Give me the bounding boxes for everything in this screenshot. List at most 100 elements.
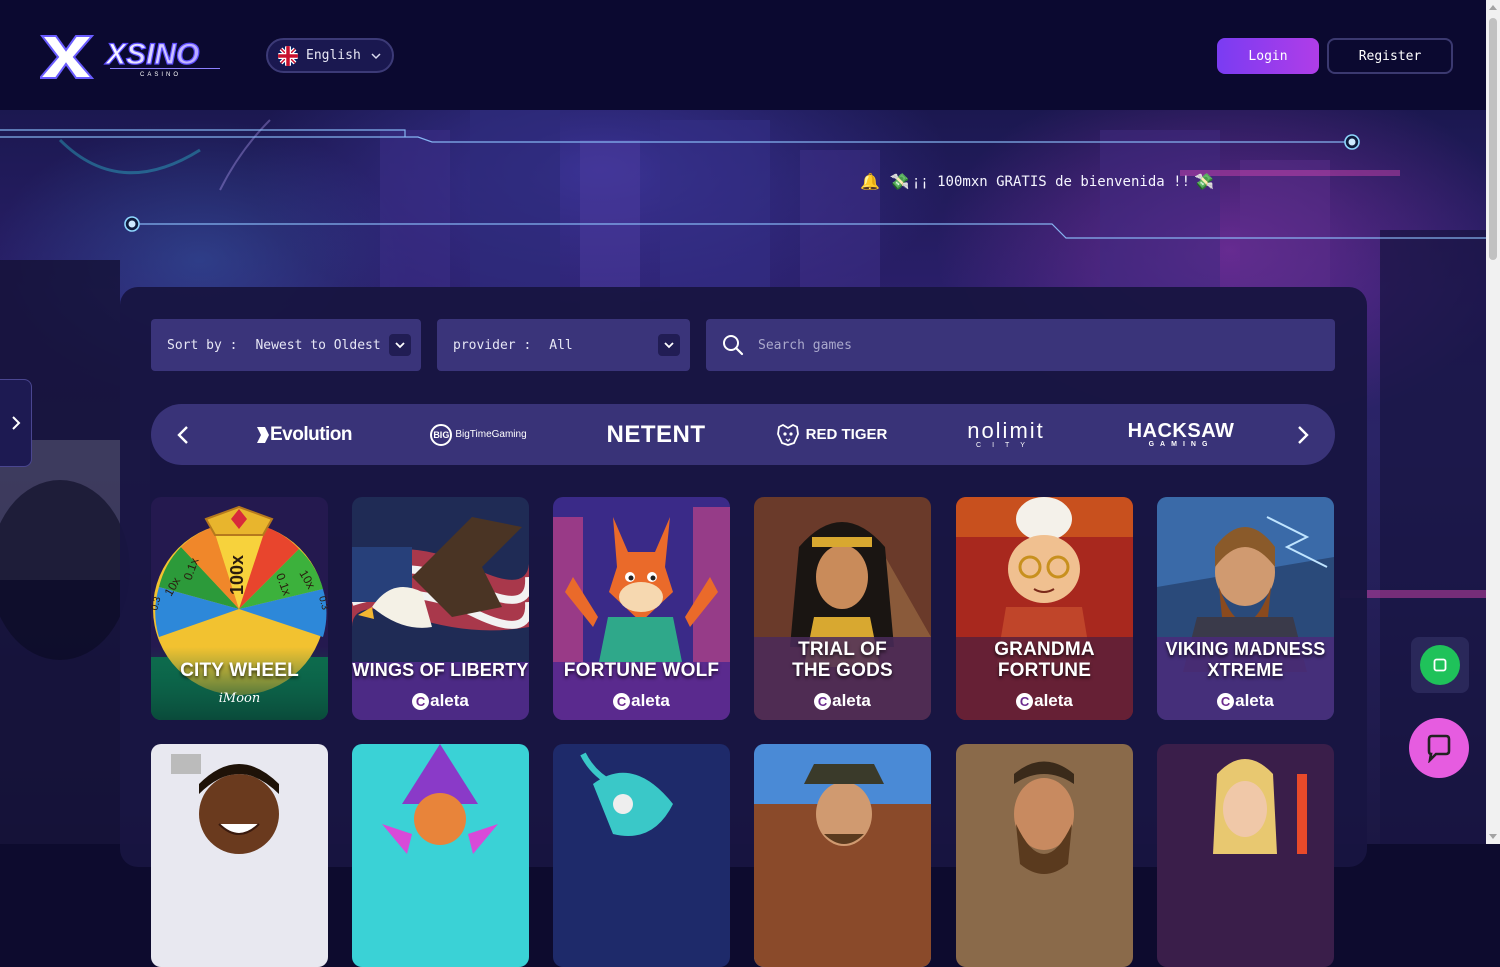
search-bar[interactable] [706, 319, 1335, 371]
svg-text:100x: 100x [227, 555, 247, 595]
register-button[interactable]: Register [1327, 38, 1453, 74]
bell-icon: 🔔 [860, 172, 880, 191]
sort-label: Sort by : [167, 337, 238, 353]
svg-text:CASINO: CASINO [140, 72, 181, 78]
search-icon [723, 335, 744, 356]
game-title: CITY WHEEL [180, 660, 299, 681]
game-provider: C aleta [956, 691, 1133, 711]
chevron-left-icon[interactable] [171, 423, 195, 447]
game-title-line: THE GODS [792, 660, 893, 681]
money-wings-icon: 💸 [889, 172, 910, 191]
game-card[interactable] [754, 744, 931, 967]
provider-logo-text: aleta [430, 691, 469, 710]
live-chat-button[interactable] [1409, 718, 1469, 778]
game-provider: iMoon [151, 691, 328, 706]
uk-flag-icon [278, 45, 298, 66]
caleta-logo-icon: C [1016, 692, 1034, 710]
chevron-right-icon[interactable] [1291, 423, 1315, 447]
scroll-thumb[interactable] [1489, 18, 1497, 260]
login-button[interactable]: Login [1217, 38, 1319, 74]
game-card-city-wheel[interactable]: 100x 0.1x 10x 0.1x 10x 0.3 0.3 CITY WHEE… [151, 497, 328, 720]
chevron-right-icon [11, 416, 20, 430]
sort-select[interactable]: Sort by : Newest to Oldest [151, 319, 421, 371]
game-title: VIKING MADNESS XTREME [1157, 639, 1334, 681]
provider-evolution[interactable]: Evolution [249, 404, 359, 465]
provider-logo-text: aleta [631, 691, 670, 710]
game-art [553, 744, 730, 967]
game-art [352, 744, 529, 967]
xsino-logo[interactable]: XSINO CASINO [40, 34, 232, 80]
language-selector[interactable]: English [266, 38, 394, 73]
game-title-line: XTREME [1207, 660, 1284, 680]
game-card[interactable] [1157, 744, 1334, 967]
app-button[interactable] [1420, 645, 1460, 685]
sort-value: Newest to Oldest [255, 337, 381, 353]
game-title-line: VIKING MADNESS [1165, 639, 1326, 659]
caleta-logo-icon: C [1217, 692, 1235, 710]
square-icon [1433, 658, 1447, 672]
fortune-wolf-art [553, 497, 730, 720]
chevron-down-icon [658, 334, 680, 356]
trial-of-the-gods-art [754, 497, 931, 720]
game-provider: C aleta [352, 691, 529, 711]
scroll-up-arrow-icon[interactable] [1489, 5, 1497, 10]
provider-subname: GAMING [1148, 441, 1214, 448]
game-provider: C aleta [553, 691, 730, 711]
provider-name: HACKSAW [1127, 420, 1235, 442]
city-wheel-art: 100x 0.1x 10x 0.1x 10x 0.3 0.3 [151, 497, 328, 720]
game-card-grandma-fortune[interactable]: GRANDMA FORTUNE C aleta [956, 497, 1133, 720]
provider-select[interactable]: provider : All [437, 319, 690, 371]
game-title: WINGS OF LIBERTY [352, 660, 529, 680]
provider-bigtimegaming[interactable]: BIG BigTimeGaming [426, 404, 531, 465]
caleta-logo-icon: C [412, 692, 430, 710]
provider-logo-text: iMoon [218, 691, 261, 706]
viking-madness-art [1157, 497, 1334, 720]
game-title-line: GRANDMA [994, 639, 1095, 660]
chevron-down-icon [389, 334, 411, 356]
provider-hacksaw[interactable]: HACKSAW GAMING [1128, 404, 1234, 465]
provider-value: All [549, 337, 573, 353]
game-card[interactable] [352, 744, 529, 967]
provider-name: BigTimeGaming [455, 429, 527, 440]
caleta-logo-icon: C [814, 692, 832, 710]
provider-nolimit-city[interactable]: nolimit CITY [951, 404, 1061, 465]
scroll-down-arrow-icon[interactable] [1489, 834, 1497, 839]
game-title: TRIAL OF THE GODS [754, 639, 931, 681]
game-card-fortune-wolf[interactable]: FORTUNE WOLF C aleta [553, 497, 730, 720]
floating-app-widget[interactable] [1411, 637, 1469, 693]
evolution-icon [256, 426, 269, 443]
provider-name: Evolution [269, 423, 353, 445]
page-scrollbar[interactable] [1486, 0, 1500, 844]
game-card-trial-of-the-gods[interactable]: TRIAL OF THE GODS C aleta [754, 497, 931, 720]
sidebar-toggle[interactable] [0, 379, 32, 467]
provider-name: RED TIGER [805, 426, 888, 443]
money-wings-icon: 💸 [1194, 172, 1214, 191]
game-title-line: TRIAL OF [798, 639, 887, 660]
big-badge: BIG [430, 423, 453, 446]
game-provider: C aleta [754, 691, 931, 711]
game-title: FORTUNE WOLF [563, 660, 720, 681]
grandma-fortune-art [956, 497, 1133, 720]
provider-name: nolimit [967, 418, 1045, 443]
game-art [956, 744, 1133, 967]
game-card[interactable] [956, 744, 1133, 967]
game-card-viking-madness-xtreme[interactable]: VIKING MADNESS XTREME C aleta [1157, 497, 1334, 720]
game-art [1157, 744, 1334, 967]
provider-logo-text: aleta [1235, 691, 1274, 710]
game-art [754, 744, 931, 967]
provider-red-tiger[interactable]: RED TIGER [774, 404, 889, 465]
provider-label: provider : [453, 337, 532, 353]
game-card[interactable] [151, 744, 328, 967]
search-input[interactable] [756, 336, 1320, 354]
language-label: English [306, 48, 361, 63]
provider-subname: CITY [976, 442, 1036, 449]
provider-netent[interactable]: NETENT [606, 404, 706, 465]
chevron-down-icon [371, 52, 381, 59]
providers-carousel: Evolution BIG BigTimeGaming NETENT RED T… [151, 404, 1335, 465]
provider-name: NETENT [606, 420, 706, 448]
game-card-wings-of-liberty[interactable]: WINGS OF LIBERTY C aleta [352, 497, 529, 720]
game-title-line: FORTUNE [997, 660, 1092, 681]
tiger-icon [776, 423, 799, 446]
game-card[interactable] [553, 744, 730, 967]
provider-logo-text: aleta [832, 691, 871, 710]
